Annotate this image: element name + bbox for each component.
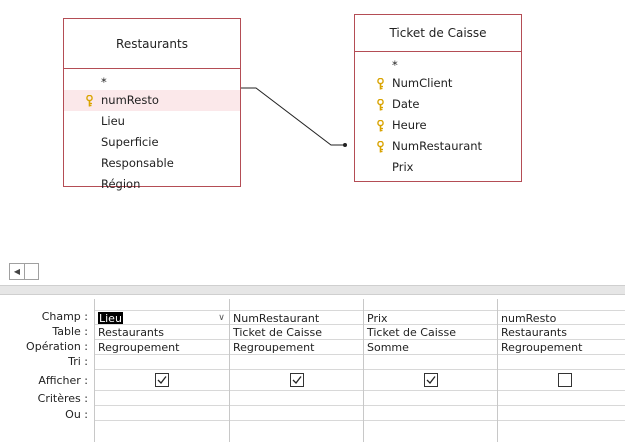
field-name: Prix bbox=[392, 160, 414, 174]
checkmark-icon bbox=[157, 376, 167, 384]
field-name: Région bbox=[101, 177, 141, 191]
key-icon bbox=[377, 99, 384, 111]
pane-splitter[interactable] bbox=[0, 285, 625, 295]
tri-cell[interactable] bbox=[364, 355, 497, 370]
table-title[interactable]: Restaurants bbox=[64, 19, 240, 69]
key-icon bbox=[377, 120, 384, 132]
tri-cell[interactable] bbox=[230, 355, 363, 370]
table-cell[interactable]: Restaurants bbox=[498, 325, 625, 340]
show-checkbox[interactable] bbox=[290, 373, 304, 387]
row-label-afficher: Afficher : bbox=[38, 374, 88, 387]
criteres-cell[interactable] bbox=[230, 391, 363, 406]
ou-cell[interactable] bbox=[364, 406, 497, 421]
champ-value[interactable]: Lieu bbox=[98, 312, 123, 324]
checkmark-icon bbox=[426, 376, 436, 384]
row-label-champ: Champ : bbox=[41, 310, 88, 323]
field-numresto[interactable]: numResto bbox=[64, 90, 240, 111]
field-name: Heure bbox=[392, 118, 427, 132]
field-region[interactable]: Région bbox=[64, 174, 240, 195]
key-icon bbox=[86, 95, 93, 107]
show-checkbox[interactable] bbox=[558, 373, 572, 387]
ou-cell[interactable] bbox=[498, 406, 625, 421]
grid-column-2[interactable]: NumRestaurant Ticket de Caisse Regroupem… bbox=[229, 299, 363, 442]
field-name: numResto bbox=[101, 93, 159, 107]
row-label-ou: Ou : bbox=[65, 408, 88, 421]
champ-cell[interactable]: Prix bbox=[364, 310, 497, 325]
key-icon bbox=[377, 141, 384, 153]
tri-cell[interactable] bbox=[498, 355, 625, 370]
field-heure[interactable]: Heure bbox=[355, 115, 521, 136]
table-cell[interactable]: Restaurants bbox=[95, 325, 229, 340]
row-label-operation: Opération : bbox=[26, 340, 88, 353]
field-numrestaurant[interactable]: NumRestaurant bbox=[355, 136, 521, 157]
horizontal-scrollbar[interactable]: ◀ bbox=[9, 263, 39, 280]
chevron-down-icon[interactable]: ∨ bbox=[214, 311, 229, 324]
field-list: * NumClient Date Heure NumRestaurant Pri… bbox=[355, 52, 521, 178]
table-cell[interactable]: Ticket de Caisse bbox=[364, 325, 497, 340]
afficher-cell[interactable] bbox=[498, 370, 625, 391]
checkmark-icon bbox=[292, 376, 302, 384]
field-all[interactable]: * bbox=[355, 58, 521, 73]
field-name: Responsable bbox=[101, 156, 174, 170]
table-ticket-de-caisse[interactable]: Ticket de Caisse * NumClient Date Heure … bbox=[354, 14, 522, 182]
table-cell[interactable]: Ticket de Caisse bbox=[230, 325, 363, 340]
criteres-cell[interactable] bbox=[95, 391, 229, 406]
field-numclient[interactable]: NumClient bbox=[355, 73, 521, 94]
table-restaurants[interactable]: Restaurants * numResto Lieu Superficie R… bbox=[63, 18, 241, 191]
field-all[interactable]: * bbox=[64, 75, 240, 90]
table-title[interactable]: Ticket de Caisse bbox=[355, 15, 521, 52]
field-name: Lieu bbox=[101, 114, 125, 128]
field-prix[interactable]: Prix bbox=[355, 157, 521, 178]
champ-cell[interactable]: numResto bbox=[498, 310, 625, 325]
operation-cell[interactable]: Regroupement bbox=[498, 340, 625, 355]
grid-column-4[interactable]: numResto Restaurants Regroupement bbox=[497, 299, 625, 442]
field-responsable[interactable]: Responsable bbox=[64, 153, 240, 174]
ou-cell[interactable] bbox=[95, 406, 229, 421]
ou-cell[interactable] bbox=[230, 406, 363, 421]
grid-column-3[interactable]: Prix Ticket de Caisse Somme bbox=[363, 299, 497, 442]
field-superficie[interactable]: Superficie bbox=[64, 132, 240, 153]
afficher-cell[interactable] bbox=[230, 370, 363, 391]
row-label-criteres: Critères : bbox=[37, 392, 88, 405]
champ-cell[interactable]: Lieu ∨ bbox=[95, 310, 229, 325]
field-name: Superficie bbox=[101, 135, 159, 149]
row-label-table: Table : bbox=[52, 325, 88, 338]
show-checkbox[interactable] bbox=[155, 373, 169, 387]
scroll-left-arrow-icon[interactable]: ◀ bbox=[10, 264, 25, 279]
field-list: * numResto Lieu Superficie Responsable R… bbox=[64, 69, 240, 195]
operation-cell[interactable]: Regroupement bbox=[95, 340, 229, 355]
row-label-tri: Tri : bbox=[68, 355, 88, 368]
field-lieu[interactable]: Lieu bbox=[64, 111, 240, 132]
grid-column-1[interactable]: Lieu ∨ Restaurants Regroupement bbox=[94, 299, 229, 442]
afficher-cell[interactable] bbox=[364, 370, 497, 391]
show-checkbox[interactable] bbox=[424, 373, 438, 387]
operation-cell[interactable]: Regroupement bbox=[230, 340, 363, 355]
field-date[interactable]: Date bbox=[355, 94, 521, 115]
query-grid[interactable]: Champ : Table : Opération : Tri : Affich… bbox=[0, 296, 625, 442]
criteres-cell[interactable] bbox=[364, 391, 497, 406]
field-name: * bbox=[392, 58, 398, 72]
field-name: * bbox=[101, 75, 107, 89]
tri-cell[interactable] bbox=[95, 355, 229, 370]
field-name: Date bbox=[392, 97, 420, 111]
field-name: NumClient bbox=[392, 76, 453, 90]
field-name: NumRestaurant bbox=[392, 139, 483, 153]
operation-cell[interactable]: Somme bbox=[364, 340, 497, 355]
criteres-cell[interactable] bbox=[498, 391, 625, 406]
key-icon bbox=[377, 78, 384, 90]
champ-cell[interactable]: NumRestaurant bbox=[230, 310, 363, 325]
query-design-pane[interactable]: Restaurants * numResto Lieu Superficie R… bbox=[0, 0, 625, 260]
afficher-cell[interactable] bbox=[95, 370, 229, 391]
